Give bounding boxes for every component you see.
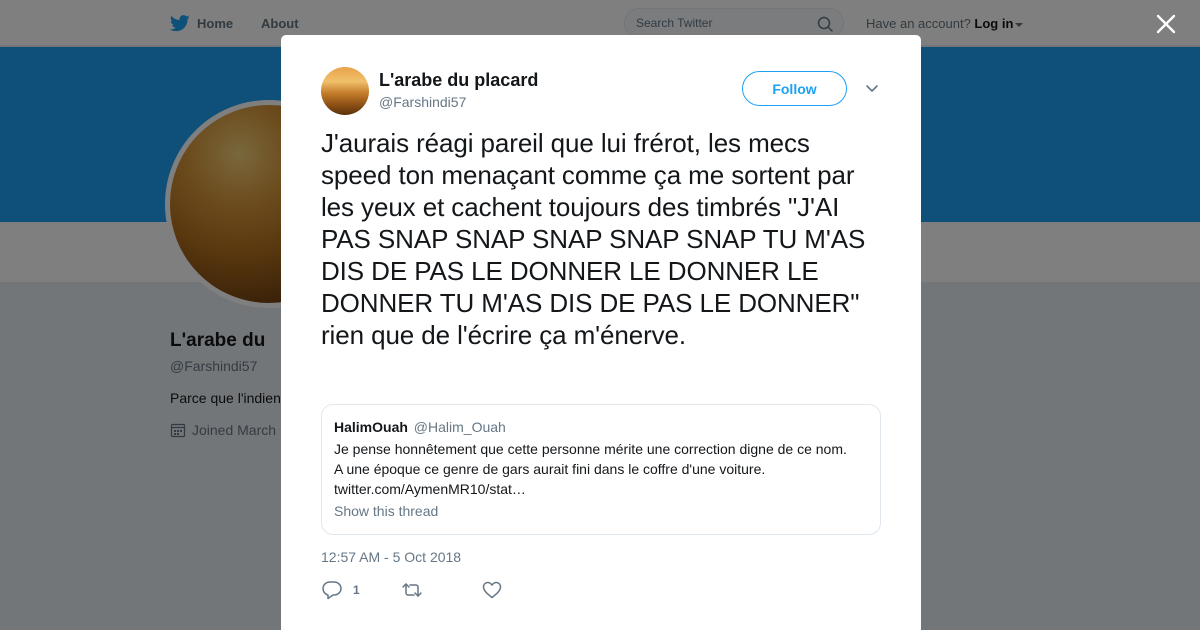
tweet-timestamp[interactable]: 12:57 AM - 5 Oct 2018 [321,549,461,565]
quoted-text: Je pense honnêtement que cette personne … [334,439,864,499]
reply-count: 1 [353,583,360,597]
quoted-author-name: HalimOuah [334,419,408,435]
author-handle[interactable]: @Farshindi57 [379,94,466,110]
quoted-header: HalimOuah @Halim_Ouah [334,419,506,435]
follow-button[interactable]: Follow [742,71,847,106]
reply-button[interactable]: 1 [321,578,360,602]
retweet-button[interactable] [401,578,423,602]
reply-icon [322,581,342,600]
heart-icon [482,581,502,599]
quoted-text-line: A une époque ce genre de gars aurait fin… [334,461,766,477]
author-name[interactable]: L'arabe du placard [379,70,538,91]
show-thread-link[interactable]: Show this thread [334,503,438,519]
chevron-down-icon[interactable] [864,83,880,95]
like-button[interactable] [481,578,503,602]
tweet-text: J'aurais réagi pareil que lui frérot, le… [321,128,866,350]
quoted-link[interactable]: twitter.com/AymenMR10/stat… [334,479,864,499]
tweet-modal: L'arabe du placard @Farshindi57 Follow J… [281,35,921,630]
close-icon[interactable] [1154,12,1178,36]
quoted-author-handle: @Halim_Ouah [413,419,506,435]
quoted-tweet[interactable]: HalimOuah @Halim_Ouah Je pense honnêteme… [321,404,881,535]
retweet-icon [402,583,422,597]
quoted-text-line: Je pense honnêtement que cette personne … [334,441,847,457]
author-avatar[interactable] [321,67,369,115]
